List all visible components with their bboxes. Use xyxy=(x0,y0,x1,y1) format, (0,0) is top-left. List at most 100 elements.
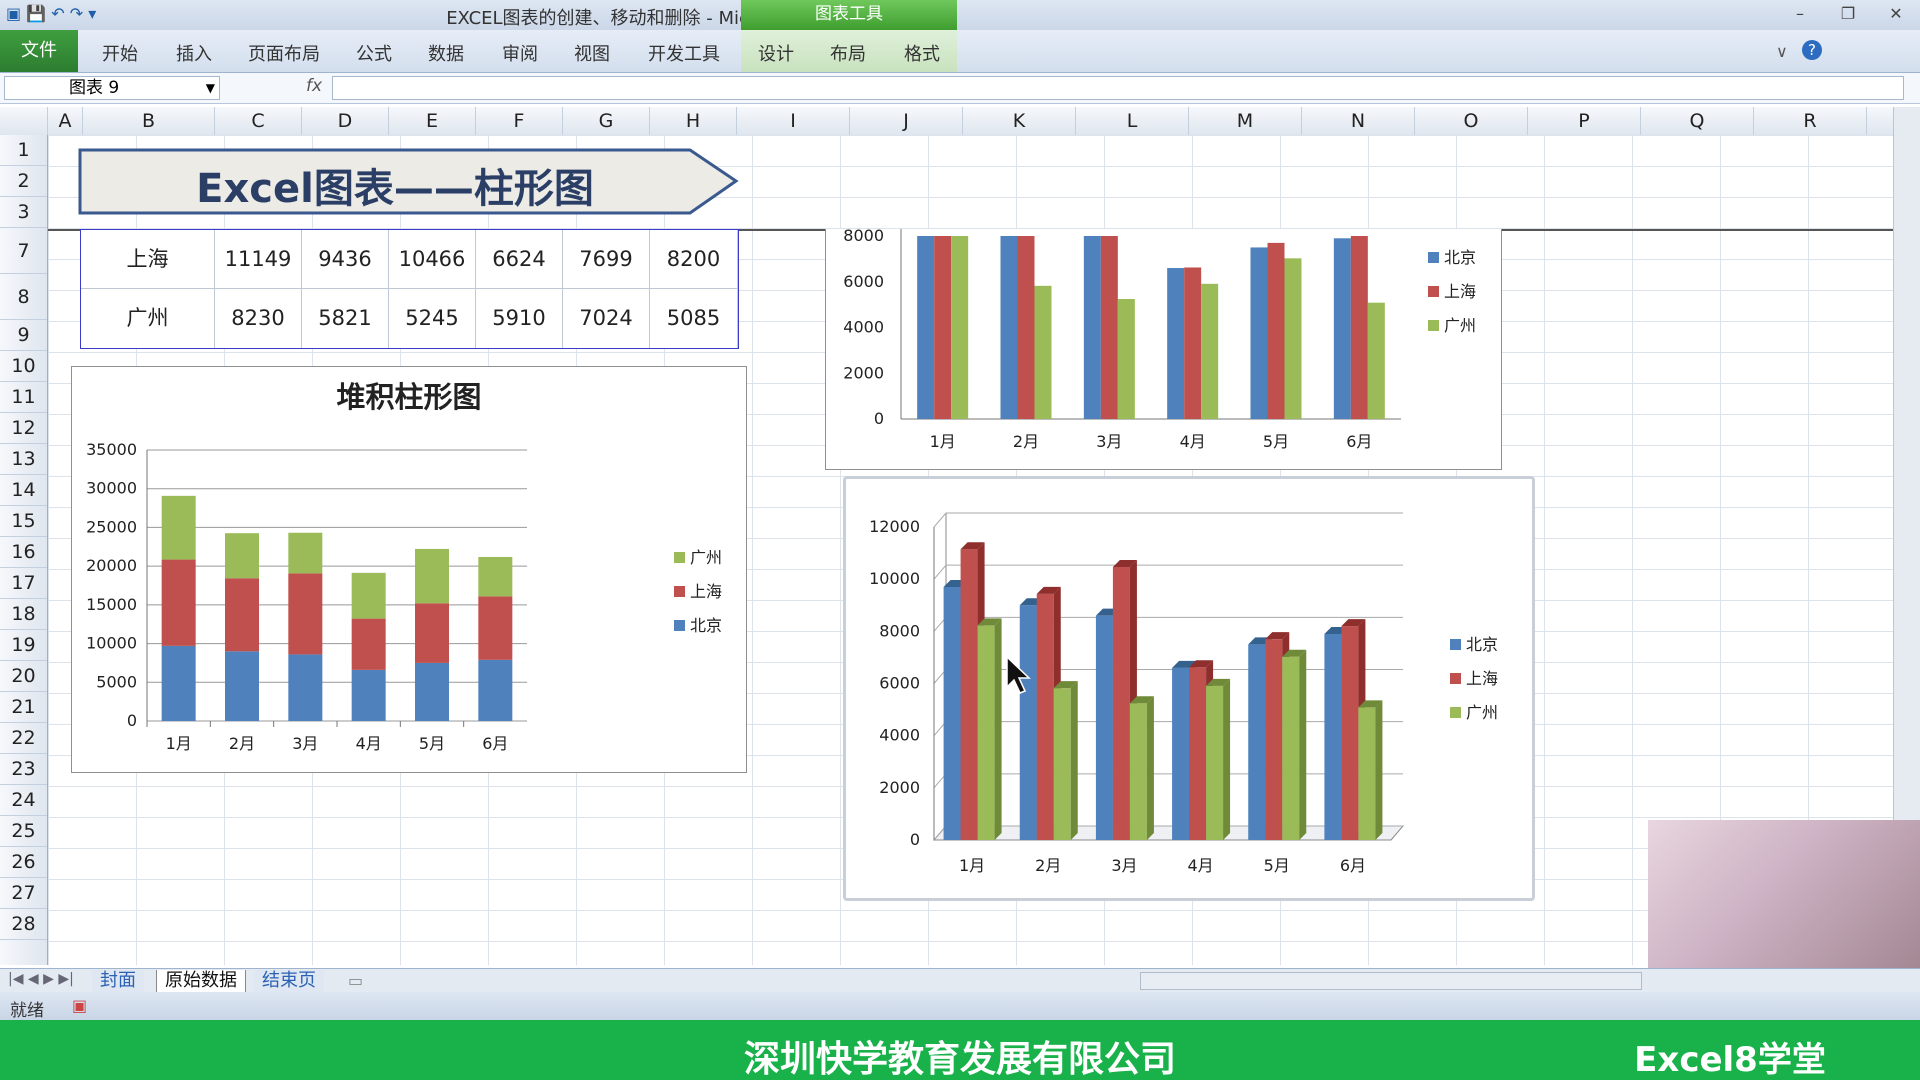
chevron-down-icon[interactable]: ▼ xyxy=(206,77,215,99)
bar-segment xyxy=(478,596,513,660)
table-cell[interactable]: 9436 xyxy=(302,230,389,289)
col-header[interactable]: D xyxy=(302,107,389,135)
banner-title: Excel图表——柱形图 xyxy=(196,166,594,212)
table-cell[interactable]: 11149 xyxy=(215,230,302,289)
sheet-tab-active[interactable]: 原始数据 xyxy=(156,970,246,993)
tab-file[interactable]: 文件 xyxy=(0,30,78,72)
bar-3d-side xyxy=(1299,649,1307,840)
tab-page-layout[interactable]: 页面布局 xyxy=(248,40,320,66)
col-header[interactable]: F xyxy=(476,107,563,135)
sheet-nav-arrows[interactable]: |◀ ◀ ▶ ▶| xyxy=(8,971,74,987)
sheet-tab[interactable]: 封面 xyxy=(92,970,144,992)
row-header[interactable]: 22 xyxy=(0,723,47,754)
row-header[interactable]: 28 xyxy=(0,909,47,940)
col-header[interactable]: Q xyxy=(1641,107,1754,135)
data-table[interactable]: 上海 11149 9436 10466 6624 7699 8200 广州 82… xyxy=(80,229,739,349)
row-header[interactable]: 12 xyxy=(0,413,47,444)
tab-format[interactable]: 格式 xyxy=(904,40,940,66)
col-header[interactable]: B xyxy=(83,107,215,135)
y-tick-label: 0 xyxy=(874,409,884,428)
bar xyxy=(1250,247,1268,419)
table-cell-city[interactable]: 广州 xyxy=(81,289,215,348)
select-all-corner[interactable] xyxy=(0,107,48,135)
collapse-ribbon-icon[interactable]: ∨ xyxy=(1776,42,1788,61)
table-cell[interactable]: 5821 xyxy=(302,289,389,348)
status-ready: 就绪 xyxy=(10,1001,44,1021)
col-header[interactable]: C xyxy=(215,107,302,135)
row-header[interactable]: 18 xyxy=(0,599,47,630)
col-header[interactable]: E xyxy=(389,107,476,135)
table-cell-city[interactable]: 上海 xyxy=(81,230,215,289)
insert-function-icon[interactable]: fx xyxy=(306,76,322,96)
row-header[interactable]: 17 xyxy=(0,568,47,599)
row-header[interactable]: 3 xyxy=(0,197,47,228)
table-cell[interactable]: 5245 xyxy=(389,289,476,348)
row-header[interactable]: 1 xyxy=(0,135,47,166)
row-header[interactable]: 23 xyxy=(0,754,47,785)
col-header[interactable]: I xyxy=(737,107,850,135)
row-header[interactable]: 13 xyxy=(0,444,47,475)
stacked-column-chart[interactable]: 堆积柱形图 0 5000 10000 15000 20000 25000 30000 35000… xyxy=(71,366,747,773)
row-header[interactable]: 20 xyxy=(0,661,47,692)
table-cell[interactable]: 5085 xyxy=(650,289,738,348)
row-header[interactable]: 15 xyxy=(0,506,47,537)
tab-formulas[interactable]: 公式 xyxy=(356,40,392,66)
col-header[interactable]: J xyxy=(850,107,963,135)
restore-icon[interactable]: ❐ xyxy=(1834,4,1862,26)
row-header[interactable]: 11 xyxy=(0,382,47,413)
close-icon[interactable]: ✕ xyxy=(1882,4,1910,26)
col-header[interactable]: M xyxy=(1189,107,1302,135)
bar xyxy=(1267,242,1285,419)
table-cell[interactable]: 8200 xyxy=(650,230,738,289)
help-icon[interactable]: ? xyxy=(1802,40,1822,60)
formula-input[interactable] xyxy=(332,76,1904,100)
row-header[interactable]: 25 xyxy=(0,816,47,847)
table-cell[interactable]: 10466 xyxy=(389,230,476,289)
row-header[interactable]: 21 xyxy=(0,692,47,723)
bar-segment xyxy=(351,618,386,670)
col-header[interactable]: P xyxy=(1528,107,1641,135)
footer-brand: Excel8学堂 xyxy=(1634,1040,1826,1080)
row-header[interactable]: 19 xyxy=(0,630,47,661)
clustered-column-chart[interactable]: 0 2000 4000 6000 8000 1月 2月 3月 4月 5月 6月 北京 上海 广州 xyxy=(825,226,1502,470)
col-header[interactable]: O xyxy=(1415,107,1528,135)
minimize-icon[interactable]: – xyxy=(1786,4,1814,26)
row-header[interactable]: 10 xyxy=(0,351,47,382)
table-cell[interactable]: 8230 xyxy=(215,289,302,348)
insert-sheet-icon[interactable]: ▭ xyxy=(348,971,363,990)
row-header[interactable]: 24 xyxy=(0,785,47,816)
tab-view[interactable]: 视图 xyxy=(574,40,610,66)
row-header[interactable]: 27 xyxy=(0,878,47,909)
tab-developer[interactable]: 开发工具 xyxy=(648,40,720,66)
col-header[interactable]: H xyxy=(650,107,737,135)
row-header[interactable]: 26 xyxy=(0,847,47,878)
3d-column-chart[interactable]: 0 2000 4000 6000 8000 10000 12000 1月 2月 3月 4月 5月 6月 北… xyxy=(843,476,1535,901)
col-header[interactable]: K xyxy=(963,107,1076,135)
col-header[interactable]: G xyxy=(563,107,650,135)
row-header[interactable]: 2 xyxy=(0,166,47,197)
name-box[interactable]: 图表 9 ▼ xyxy=(4,76,220,100)
sheet-tab[interactable]: 结束页 xyxy=(254,970,324,992)
tab-home[interactable]: 开始 xyxy=(102,40,138,66)
macro-record-icon[interactable]: ▣ xyxy=(72,996,87,1015)
table-cell[interactable]: 7024 xyxy=(563,289,650,348)
col-header[interactable]: N xyxy=(1302,107,1415,135)
col-header[interactable]: L xyxy=(1076,107,1189,135)
tab-review[interactable]: 审阅 xyxy=(502,40,538,66)
col-header[interactable]: A xyxy=(48,107,83,135)
tab-data[interactable]: 数据 xyxy=(428,40,464,66)
row-header[interactable]: 8 xyxy=(0,274,47,320)
row-header[interactable]: 14 xyxy=(0,475,47,506)
tab-insert[interactable]: 插入 xyxy=(176,40,212,66)
table-cell[interactable]: 5910 xyxy=(476,289,563,348)
table-cell[interactable]: 7699 xyxy=(563,230,650,289)
table-cell[interactable]: 6624 xyxy=(476,230,563,289)
row-header[interactable]: 7 xyxy=(0,228,47,274)
tab-layout[interactable]: 布局 xyxy=(830,40,866,66)
col-header[interactable]: R xyxy=(1754,107,1867,135)
row-header[interactable]: 16 xyxy=(0,537,47,568)
tab-design[interactable]: 设计 xyxy=(758,40,794,66)
row-header[interactable]: 9 xyxy=(0,320,47,351)
horizontal-scrollbar[interactable] xyxy=(1140,972,1642,990)
bar xyxy=(1333,238,1351,419)
